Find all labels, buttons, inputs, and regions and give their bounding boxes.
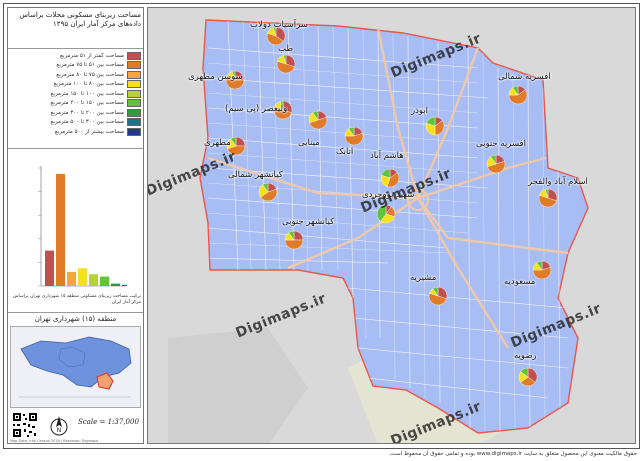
legend-label: مساحت بین ۱۰۰ تا ۱۵۰ مترمربع — [50, 90, 124, 97]
histogram-bar — [89, 274, 98, 286]
legend-list: مساحت کمتر از ۵۱ مترمربع مساحت بین ۵۱ تا … — [10, 51, 141, 137]
label-valiasr: ولیعصر (پی سیم) — [225, 104, 288, 114]
histogram-caption: ترکیب مساحت زیربنای مسکونی منطقه ۱۵ شهرد… — [12, 294, 141, 305]
district-map: سرآسیاب دولاب طب سوسن مطهری ولیعصر (پی س… — [147, 7, 636, 444]
legend-item: مساحت کمتر از ۵۱ مترمربع — [10, 51, 141, 61]
neighborhood-pie — [518, 367, 538, 387]
legend-item: مساحت بین ۲۰۰ تا ۳۰۰ مترمربع — [10, 108, 141, 118]
legend-label: مساحت بین ۸۰ تا ۱۰۰ مترمربع — [53, 81, 124, 88]
label-atabak: اتابک — [336, 147, 354, 157]
legend-swatch — [127, 51, 141, 60]
histogram-bar — [78, 268, 87, 286]
label-hashemabad: هاشم آباد — [370, 151, 404, 161]
neighborhood-pie — [380, 168, 400, 188]
legend-swatch — [127, 108, 141, 117]
neighborhood-pie — [486, 154, 506, 174]
legend-label: مساحت بین ۲۰۰ تا ۳۰۰ مترمربع — [50, 109, 124, 116]
legend-swatch — [127, 99, 141, 108]
qr-code — [12, 412, 38, 438]
neighborhood-pie — [284, 230, 304, 250]
label-kianshahr-south: کیانشهر جنوبی — [282, 217, 335, 227]
legend-item: مساحت بین ۱۰۰ تا ۱۵۰ مترمربع — [10, 89, 141, 99]
source-note: Map Data: Iran Census 2016 | Basemap: Di… — [10, 439, 99, 443]
legend-label: مساحت بین ۱۵۰ تا ۲۰۰ مترمربع — [50, 100, 124, 107]
label-afsarieh-north: افسریه شمالی — [498, 72, 551, 82]
neighborhood-pie — [308, 110, 328, 130]
label-razavieh: رضویه — [514, 351, 537, 361]
label-sousan-motahari: سوسن مطهری — [188, 72, 243, 82]
legend-label: مساحت بین ۳۰۰ تا ۵۰۰ مترمربع — [50, 119, 124, 126]
divider — [8, 312, 143, 313]
north-arrow-icon: N — [50, 416, 68, 436]
histogram-bar — [56, 173, 65, 286]
legend-item: مساحت بیشتر از ۵۰۰ مترمربع — [10, 127, 141, 137]
histogram-bar — [67, 271, 76, 286]
legend-item: مساحت بین ۷۵ تا ۸۰ مترمربع — [10, 70, 141, 80]
legend-title: مساحت زیربنای مسکونی محلات براساس داده‌ه… — [19, 11, 141, 28]
neighborhood-pie — [428, 286, 448, 306]
neighborhood-pie — [508, 85, 528, 105]
label-minaei: مینایی — [298, 138, 320, 148]
legend-swatch — [127, 118, 141, 127]
divider — [8, 48, 143, 49]
copyright-footer: حقوق مالکیت معنوی این محصول متعلق به سای… — [388, 451, 637, 457]
legend-label: مساحت بیشتر از ۵۰۰ مترمربع — [54, 128, 124, 135]
neighborhood-pie — [344, 126, 364, 146]
legend-item: مساحت بین ۱۵۰ تا ۲۰۰ مترمربع — [10, 99, 141, 109]
histogram-bar — [111, 283, 120, 286]
tehran-outline — [20, 336, 132, 388]
divider — [8, 148, 143, 149]
neighborhood-pie — [276, 54, 296, 74]
label-sarasiab-dolab: سرآسیاب دولاب — [250, 20, 308, 30]
label-eslamabad: اسلام آباد والفجر — [528, 177, 588, 187]
label-kianshahr-north: کیانشهر شمالی — [228, 170, 283, 180]
tehran-inset-map — [10, 326, 141, 408]
histogram-chart — [38, 166, 127, 287]
label-motahari: مطهری — [204, 138, 231, 148]
inset-title: منطقه (۱۵) شهرداری تهران — [34, 315, 117, 323]
legend-swatch — [127, 70, 141, 79]
legend-label: مساحت بین ۷۵ تا ۸۰ مترمربع — [56, 71, 124, 78]
label-moshirieh: مشیریه — [410, 273, 437, 283]
label-teb: طب — [278, 44, 294, 54]
legend-item: مساحت بین ۸۰ تا ۱۰۰ مترمربع — [10, 80, 141, 90]
neighborhood-pie — [532, 260, 552, 280]
label-masoudieh: مسعودیه — [504, 277, 536, 287]
scale-label: Scale = 1:37,000 — [78, 418, 139, 426]
neighborhood-pie — [425, 116, 445, 136]
legend-swatch — [127, 80, 141, 89]
legend-label: مساحت بین ۵۱ تا ۷۵ مترمربع — [56, 62, 124, 69]
legend-item: مساحت بین ۳۰۰ تا ۵۰۰ مترمربع — [10, 118, 141, 128]
legend-item: مساحت بین ۵۱ تا ۷۵ مترمربع — [10, 61, 141, 71]
label-afsarieh-south: افسریه جنوبی — [476, 139, 526, 149]
histogram-bar — [45, 250, 54, 286]
legend-label: مساحت کمتر از ۵۱ مترمربع — [59, 52, 124, 59]
legend-swatch — [127, 89, 141, 98]
svg-text:N: N — [57, 427, 62, 434]
histogram-bar — [122, 284, 127, 286]
legend-panel: مساحت زیربنای مسکونی محلات براساس داده‌ه… — [7, 7, 144, 444]
legend-swatch — [127, 127, 141, 136]
neighborhood-pie — [538, 188, 558, 208]
legend-swatch — [127, 61, 141, 70]
histogram-bar — [100, 276, 109, 286]
label-abouzar: ابوذر — [411, 106, 429, 116]
neighborhood-pie — [258, 182, 278, 202]
